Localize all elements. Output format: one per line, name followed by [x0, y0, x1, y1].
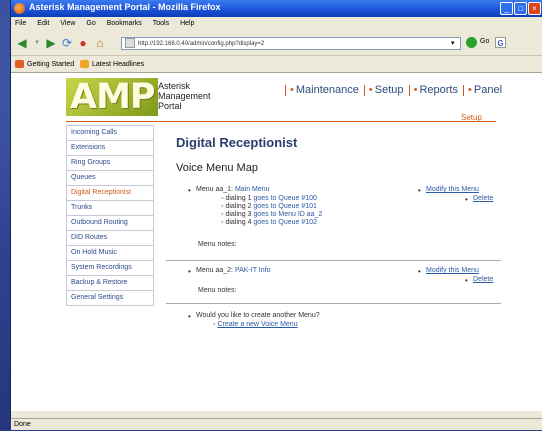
sidebar-item-general-settings[interactable]: General Settings	[66, 291, 154, 306]
navigation-toolbar: ◀ ▾ ▶ ⟳ ● ⌂ http://192.168.0.40/admin/co…	[11, 31, 542, 56]
status-text: Done	[14, 421, 31, 428]
sidebar-item-system-recordings[interactable]: System Recordings	[66, 261, 154, 276]
rss-icon	[80, 60, 89, 68]
sidebar-item-extensions[interactable]: Extensions	[66, 141, 154, 156]
menu-bookmarks[interactable]: Bookmarks	[107, 20, 142, 27]
home-icon[interactable]: ⌂	[93, 36, 107, 50]
maximize-button[interactable]: □	[514, 2, 527, 15]
nav-reports[interactable]: Reports	[419, 84, 458, 96]
browser-window: Asterisk Management Portal - Mozilla Fir…	[10, 0, 542, 430]
delete-menu-link[interactable]: Delete	[473, 195, 493, 202]
page-title: Digital Receptionist	[176, 135, 298, 150]
status-bar: Done	[11, 418, 542, 430]
dialing-dest-link[interactable]: goes to Queue #100	[253, 195, 316, 202]
address-bar[interactable]: http://192.168.0.40/admin/config.php?dis…	[121, 37, 461, 50]
page-content: AMP Asterisk Management Portal • Maintena…	[11, 73, 542, 411]
minimize-button[interactable]: _	[500, 2, 513, 15]
menu-go[interactable]: Go	[86, 20, 95, 27]
address-url: http://192.168.0.40/admin/config.php?dis…	[138, 41, 265, 47]
list-item: ◦ dialing 3 goes to Menu ID aa_2	[221, 211, 323, 218]
url-dropdown-icon[interactable]: ▾	[451, 39, 455, 47]
nav-setup[interactable]: Setup	[375, 84, 404, 96]
menu-divider	[166, 303, 501, 304]
delete-menu-item: Delete	[465, 195, 493, 204]
sidebar-item-digital-receptionist[interactable]: Digital Receptionist	[66, 186, 154, 201]
menu-entry: Menu aa_1: Main Menu ◦ dialing 1 goes to…	[166, 186, 501, 266]
sidebar-item-on-hold-music[interactable]: On Hold Music	[66, 246, 154, 261]
sidebar-item-did-routes[interactable]: DID Routes	[66, 231, 154, 246]
back-arrow-icon[interactable]: ◀	[15, 36, 29, 50]
create-voice-menu-link[interactable]: Create a new Voice Menu	[217, 321, 297, 328]
menu-header: Menu aa_1: Main Menu	[188, 186, 270, 195]
app-title: Asterisk Management Portal	[158, 81, 211, 111]
delete-menu-link[interactable]: Delete	[473, 276, 493, 283]
firefox-bookmark-icon	[15, 60, 24, 68]
nav-maintenance[interactable]: Maintenance	[296, 84, 359, 96]
modify-menu-item: Modify this Menu	[418, 267, 479, 276]
menu-tools[interactable]: Tools	[153, 20, 169, 27]
menu-divider	[166, 260, 501, 261]
create-menu-section: Would you like to create another Menu? ◦…	[166, 312, 501, 342]
modify-menu-link[interactable]: Modify this Menu	[426, 267, 479, 274]
firefox-icon	[14, 3, 25, 14]
go-icon[interactable]	[466, 37, 477, 48]
delete-menu-item: Delete	[465, 276, 493, 285]
bookmark-getting-started[interactable]: Getting Started	[15, 60, 74, 68]
header-divider	[66, 121, 496, 122]
bookmark-latest-headlines[interactable]: Latest Headlines	[80, 60, 144, 68]
bookmarks-toolbar: Getting Started Latest Headlines	[11, 56, 542, 73]
nav-panel[interactable]: Panel	[474, 84, 502, 96]
dialing-dest-link[interactable]: goes to Queue #101	[253, 203, 316, 210]
menu-name-link[interactable]: Main Menu	[235, 186, 270, 193]
window-title: Asterisk Management Portal - Mozilla Fir…	[29, 2, 221, 12]
menu-file[interactable]: File	[15, 20, 26, 27]
list-item: ◦ dialing 4 goes to Queue #102	[221, 219, 317, 226]
sidebar-item-backup-restore[interactable]: Backup & Restore	[66, 276, 154, 291]
menu-edit[interactable]: Edit	[37, 20, 49, 27]
title-bar[interactable]: Asterisk Management Portal - Mozilla Fir…	[11, 0, 542, 17]
create-link-item: ◦ Create a new Voice Menu	[213, 321, 298, 328]
reload-icon[interactable]: ⟳	[61, 36, 73, 50]
list-item: ◦ dialing 2 goes to Queue #101	[221, 203, 317, 210]
menu-notes-label: Menu notes:	[198, 287, 237, 294]
modify-menu-item: Modify this Menu	[418, 186, 479, 195]
menu-header: Menu aa_2: PAK-IT Info	[188, 267, 271, 276]
menu-help[interactable]: Help	[180, 20, 194, 27]
go-button-label[interactable]: Go	[480, 38, 489, 45]
dialing-list: ◦ dialing 1 goes to Queue #100 ◦ dialing…	[221, 195, 322, 227]
dialing-dest-link[interactable]: goes to Queue #102	[253, 219, 316, 226]
stop-icon[interactable]: ●	[77, 36, 89, 50]
page-icon	[125, 38, 135, 49]
top-navigation: • Maintenance • Setup • Reports • Panel	[283, 84, 502, 96]
back-dropdown-icon[interactable]: ▾	[32, 36, 42, 50]
create-prompt: Would you like to create another Menu?	[188, 312, 320, 321]
forward-arrow-icon[interactable]: ▶	[44, 36, 58, 50]
sidebar-item-ring-groups[interactable]: Ring Groups	[66, 156, 154, 171]
sidebar: Incoming Calls Extensions Ring Groups Qu…	[66, 125, 154, 306]
section-subtitle: Voice Menu Map	[176, 162, 258, 174]
amp-logo: AMP	[66, 77, 161, 117]
sidebar-item-trunks[interactable]: Trunks	[66, 201, 154, 216]
close-button[interactable]: ×	[528, 2, 541, 15]
menu-view[interactable]: View	[60, 20, 75, 27]
menu-notes-label: Menu notes:	[198, 241, 237, 248]
menu-bar: File Edit View Go Bookmarks Tools Help	[11, 17, 542, 30]
search-engine-icon[interactable]: G	[495, 37, 506, 48]
modify-menu-link[interactable]: Modify this Menu	[426, 186, 479, 193]
menu-name-link[interactable]: PAK-IT Info	[235, 267, 271, 274]
menu-entry: Menu aa_2: PAK-IT Info Modify this Menu …	[166, 267, 501, 307]
sidebar-item-queues[interactable]: Queues	[66, 171, 154, 186]
sidebar-item-incoming-calls[interactable]: Incoming Calls	[66, 125, 154, 141]
sidebar-item-outbound-routing[interactable]: Outbound Routing	[66, 216, 154, 231]
dialing-dest-link[interactable]: goes to Menu ID aa_2	[253, 211, 322, 218]
list-item: ◦ dialing 1 goes to Queue #100	[221, 195, 317, 202]
